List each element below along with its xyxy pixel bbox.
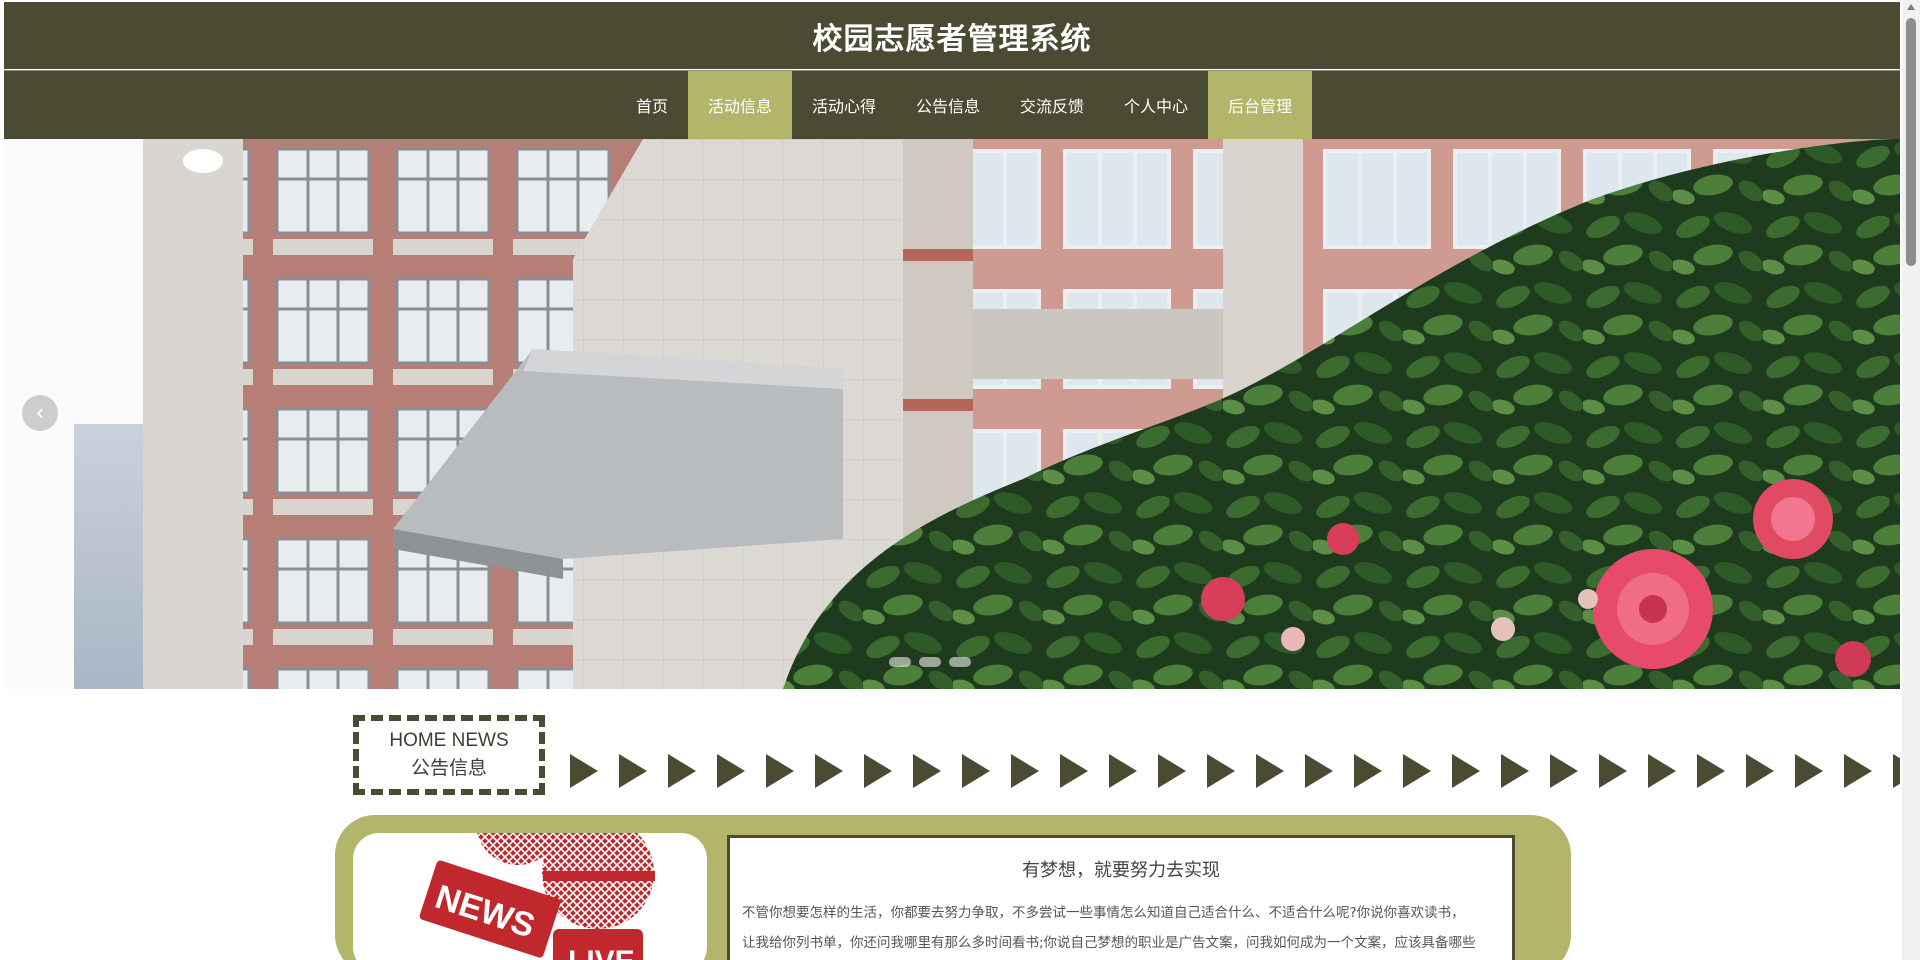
- banner-carousel: ‹: [4, 139, 1900, 689]
- banner-side-building: [74, 424, 144, 689]
- nav-item-activities[interactable]: 活动信息: [687, 71, 792, 139]
- news-label-cn: 公告信息: [410, 758, 487, 779]
- news-image[interactable]: NEWS LIVE: [353, 833, 707, 960]
- news-title[interactable]: 有梦想，就要努力去实现: [742, 856, 1500, 882]
- nav-list: 首页 活动信息 活动心得 公告信息 交流反馈 个人中心 后台管理: [616, 71, 1313, 139]
- nav-item-announcements[interactable]: 公告信息: [896, 71, 1000, 139]
- play-triangle-icon: [1452, 754, 1480, 788]
- play-triangle-icon: [766, 754, 794, 788]
- play-triangle-icon: [1207, 754, 1235, 788]
- nav-item-feedback[interactable]: 交流反馈: [1000, 71, 1104, 139]
- scroll-up-icon[interactable]: [1907, 4, 1915, 10]
- play-triangle-icon: [1501, 754, 1529, 788]
- play-triangle-icon: [570, 754, 598, 788]
- play-triangle-icon: [962, 754, 990, 788]
- news-body-line: 让我给你列书单，你还问我哪里有那么多时间看书;你说自己梦想的职业是广告文案，问我…: [742, 935, 1476, 951]
- news-label-en: HOME NEWS: [389, 730, 509, 751]
- play-triangle-icon: [1746, 754, 1774, 788]
- site-title: 校园志愿者管理系统: [812, 21, 1092, 57]
- carousel-dot[interactable]: [949, 657, 971, 667]
- news-microphone-illustration: NEWS LIVE: [419, 833, 655, 960]
- news-card: NEWS LIVE 有梦想，就要努力去实现 不管你想要怎样的生活，你都要去努力争…: [335, 815, 1571, 960]
- title-bar: 校园志愿者管理系统: [4, 2, 1900, 69]
- play-triangle-icon: [1109, 754, 1137, 788]
- play-triangle-icon: [913, 754, 941, 788]
- play-triangle-icon: [1648, 754, 1676, 788]
- banner-photo: [143, 139, 1900, 689]
- play-triangle-icon: [1893, 754, 1900, 788]
- live-badge-text: LIVE: [568, 945, 635, 960]
- nav-item-home[interactable]: 首页: [616, 71, 688, 139]
- page: 校园志愿者管理系统 首页 活动信息 活动心得 公告信息 交流反馈 个人中心 后台…: [0, 0, 1920, 960]
- play-triangle-icon: [1550, 754, 1578, 788]
- decorative-arrow-row: [570, 752, 1900, 790]
- nav-item-personal-center[interactable]: 个人中心: [1104, 71, 1208, 139]
- scroll-thumb[interactable]: [1906, 18, 1916, 266]
- news-text-panel[interactable]: 有梦想，就要努力去实现 不管你想要怎样的生活，你都要去努力争取，不多尝试一些事情…: [727, 835, 1515, 960]
- play-triangle-icon: [619, 754, 647, 788]
- news-section-label: HOME NEWS 公告信息: [353, 715, 545, 795]
- carousel-dot[interactable]: [889, 657, 911, 667]
- play-triangle-icon: [1697, 754, 1725, 788]
- play-triangle-icon: [1599, 754, 1627, 788]
- nav-item-admin[interactable]: 后台管理: [1208, 71, 1313, 139]
- play-triangle-icon: [864, 754, 892, 788]
- arrow-row-svg: [570, 754, 1900, 788]
- play-triangle-icon: [1011, 754, 1039, 788]
- play-triangle-icon: [1354, 754, 1382, 788]
- carousel-prev-button[interactable]: ‹: [22, 395, 58, 431]
- main-nav: 首页 活动信息 活动心得 公告信息 交流反馈 个人中心 后台管理: [4, 70, 1900, 139]
- carousel-dot[interactable]: [919, 657, 941, 667]
- play-triangle-icon: [1844, 754, 1872, 788]
- play-triangle-icon: [1060, 754, 1088, 788]
- chevron-left-icon: ‹: [35, 400, 45, 426]
- play-triangle-icon: [1403, 754, 1431, 788]
- nav-item-experiences[interactable]: 活动心得: [792, 71, 896, 139]
- carousel-dots: [889, 657, 971, 667]
- news-body-line: 不管你想要怎样的生活，你都要去努力争取，不多尝试一些事情怎么知道自己适合什么、不…: [742, 905, 1465, 921]
- play-triangle-icon: [1795, 754, 1823, 788]
- page-scrollbar[interactable]: [1902, 0, 1920, 960]
- play-triangle-icon: [717, 754, 745, 788]
- play-triangle-icon: [668, 754, 696, 788]
- play-triangle-icon: [815, 754, 843, 788]
- play-triangle-icon: [1256, 754, 1284, 788]
- play-triangle-icon: [1305, 754, 1333, 788]
- play-triangle-icon: [1158, 754, 1186, 788]
